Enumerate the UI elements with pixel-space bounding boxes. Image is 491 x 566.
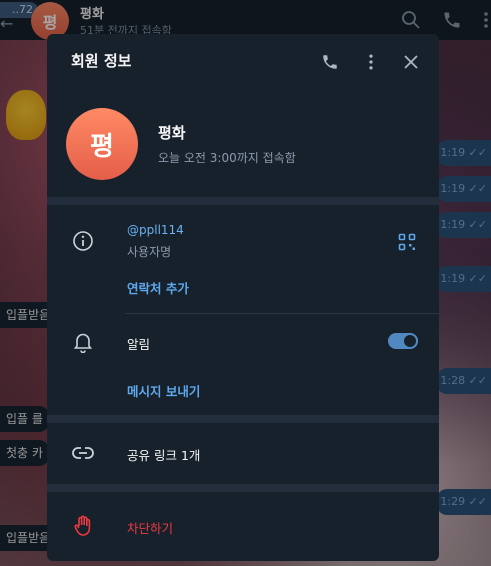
section-divider	[47, 415, 439, 423]
dialog-title: 회원 정보	[71, 52, 132, 70]
send-message-button[interactable]: 메시지 보내기	[127, 381, 200, 400]
notifications-label: 알림	[127, 337, 151, 352]
info-icon	[71, 229, 95, 253]
phone-icon[interactable]	[319, 51, 341, 73]
profile-avatar[interactable]: 평	[66, 108, 138, 180]
row-divider	[125, 313, 439, 314]
shared-links-item[interactable]: 공유 링크 1개	[127, 445, 200, 464]
user-info-dialog: 회원 정보 평 평화 오늘 오전 3:00까지 접속함 @ppll114 사용자…	[47, 34, 439, 561]
add-contact-button[interactable]: 연락처 추가	[127, 278, 189, 297]
hand-stop-icon	[71, 514, 95, 538]
qr-code-icon[interactable]	[395, 230, 419, 254]
username-value[interactable]: @ppll114	[127, 223, 184, 237]
dialog-header: 회원 정보	[47, 34, 439, 90]
more-vertical-icon[interactable]	[360, 51, 382, 73]
profile-name: 평화	[158, 124, 186, 142]
section-divider	[47, 484, 439, 492]
section-divider	[47, 197, 439, 205]
block-user-button[interactable]: 차단하기	[127, 518, 173, 537]
profile-last-seen: 오늘 오전 3:00까지 접속함	[158, 151, 296, 165]
link-icon	[71, 441, 95, 465]
bell-icon	[71, 330, 95, 354]
username-label: 사용자명	[127, 245, 172, 259]
toggle-knob	[402, 333, 418, 349]
close-icon[interactable]	[400, 51, 422, 73]
notifications-toggle[interactable]	[388, 333, 418, 349]
